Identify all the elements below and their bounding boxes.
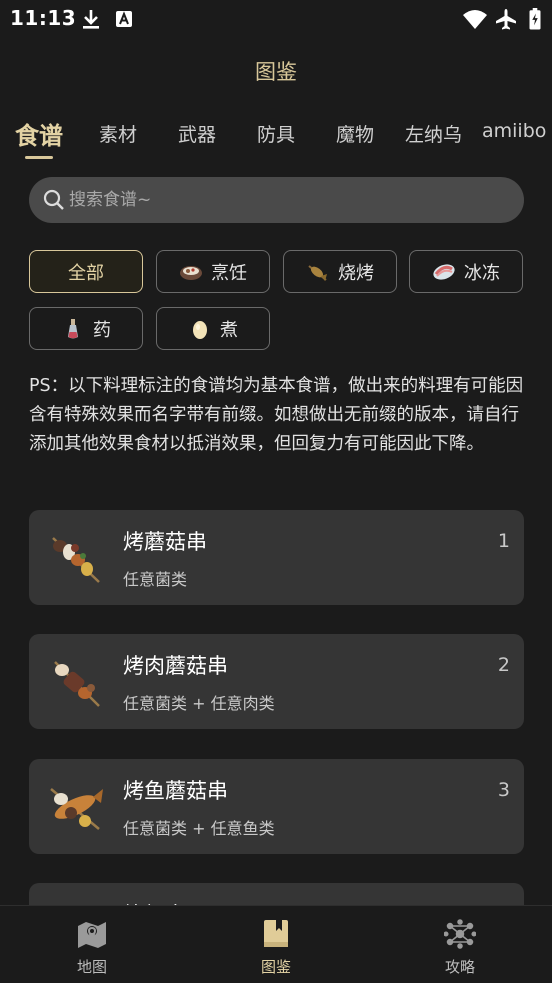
download-icon [83, 10, 99, 29]
elixir-bottle-icon [68, 318, 78, 338]
battery-icon [529, 8, 541, 30]
nav-encyclopedia[interactable]: 图鉴 [216, 906, 336, 983]
filter-roast[interactable]: 烧烤 [283, 250, 397, 293]
filter-label: 烧烤 [338, 262, 374, 284]
recipe-number: 3 [497, 779, 510, 801]
filter-all[interactable]: 全部 [29, 250, 143, 293]
search-bar[interactable] [29, 177, 524, 223]
pot-icon [180, 265, 202, 280]
tab-recipes[interactable]: 食谱 [15, 116, 63, 151]
filter-label: 药 [93, 319, 111, 341]
recipe-number: 1 [497, 530, 510, 552]
roast-icon [308, 264, 327, 281]
search-icon [43, 189, 64, 210]
active-tab-indicator [25, 156, 53, 159]
frozen-meat-icon [433, 263, 455, 280]
bottom-nav: 地图 图鉴 攻略 [0, 905, 552, 983]
tab-zonai[interactable]: 左纳乌 [405, 120, 462, 147]
boiled-egg-icon [193, 320, 207, 339]
recipe-card[interactable]: 烤鱼蘑菇串 任意菌类 + 任意鱼类 3 [29, 759, 524, 854]
status-time: 11:13 [10, 6, 77, 30]
recipe-note: PS：以下料理标注的食谱均为基本食谱，做出来的料理有可能因含有特殊效果而名字带有… [29, 376, 524, 454]
tab-weapons[interactable]: 武器 [178, 120, 216, 147]
filter-elixir[interactable]: 药 [29, 307, 143, 350]
nav-guide[interactable]: 攻略 [400, 906, 520, 983]
tab-materials[interactable]: 素材 [99, 120, 137, 147]
a-box-icon [116, 11, 132, 27]
airplane-icon [496, 9, 516, 30]
filter-cook[interactable]: 烹饪 [156, 250, 270, 293]
recipe-ingredients: 任意菌类 [123, 570, 188, 589]
filter-label: 全部 [68, 262, 104, 284]
meat-mushroom-skewer-icon [54, 661, 100, 707]
status-bar: 11:13 [0, 0, 552, 40]
tab-amiibo[interactable]: amiibo [482, 120, 546, 142]
filter-freeze[interactable]: 冰冻 [409, 250, 523, 293]
filter-label: 冰冻 [464, 262, 500, 284]
filter-label: 煮 [220, 319, 238, 341]
network-icon [444, 919, 476, 949]
recipe-name: 烤肉蘑菇串 [123, 654, 228, 678]
recipe-card[interactable]: 烤蘑菇串 任意菌类 1 [29, 510, 524, 605]
recipe-ingredients: 任意菌类 + 任意肉类 [123, 694, 275, 713]
nav-label: 图鉴 [260, 958, 291, 976]
recipe-ingredients: 任意菌类 + 任意鱼类 [123, 819, 275, 838]
recipe-card[interactable]: 烤肉蘑菇串 任意菌类 + 任意肉类 2 [29, 634, 524, 729]
wifi-icon [463, 10, 487, 29]
map-icon [78, 922, 106, 948]
nav-map[interactable]: 地图 [32, 906, 152, 983]
search-input[interactable] [69, 177, 509, 223]
book-icon [264, 920, 288, 947]
recipe-name: 烤蘑菇串 [123, 530, 207, 554]
tab-armor[interactable]: 防具 [257, 120, 295, 147]
category-tabs: 食谱 素材 武器 防具 魔物 左纳乌 amiibo [0, 112, 552, 162]
mushroom-skewer-icon [52, 537, 100, 583]
nav-label: 地图 [76, 958, 107, 976]
page-title: 图鉴 [255, 60, 297, 84]
filter-label: 烹饪 [211, 262, 247, 284]
recipe-number: 2 [497, 654, 510, 676]
filter-boil[interactable]: 煮 [156, 307, 270, 350]
recipe-name: 烤鱼蘑菇串 [123, 779, 228, 803]
tab-monsters[interactable]: 魔物 [336, 120, 374, 147]
fish-mushroom-skewer-icon [50, 788, 103, 830]
nav-label: 攻略 [444, 958, 475, 976]
